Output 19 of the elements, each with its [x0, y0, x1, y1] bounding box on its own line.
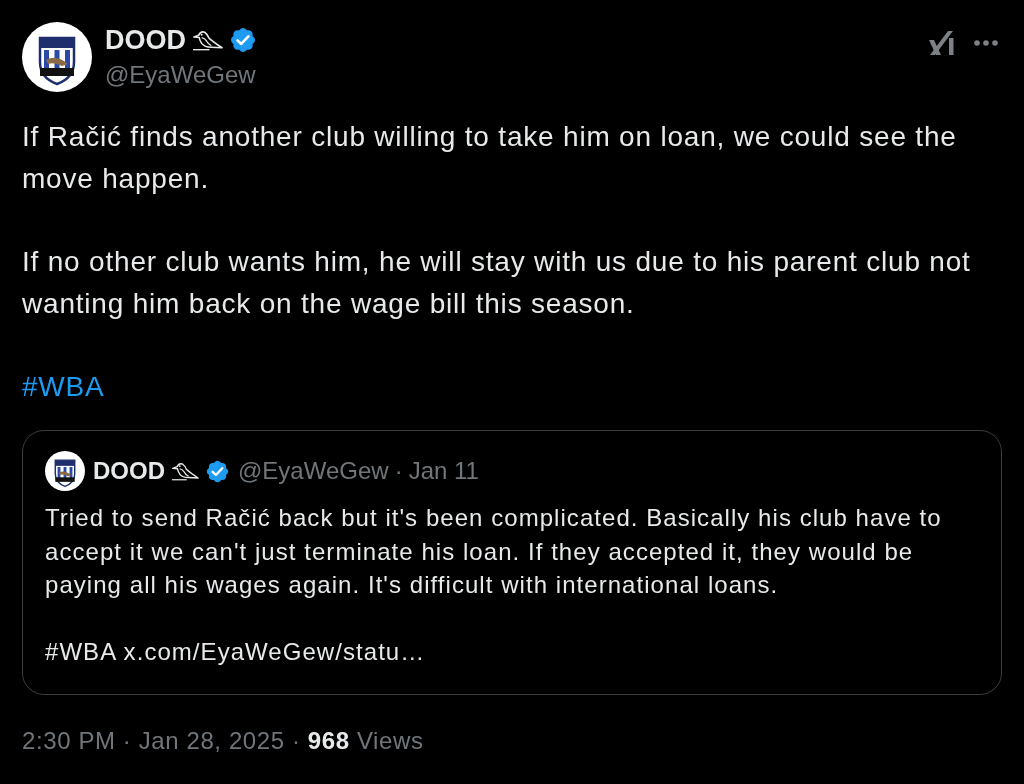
- quote-text: Tried to send Račić back but it's been complicated. Basically his club have to accept it we can't just terminate his loan. If they accepted it, they would be paying all his wages again. It's difficult with international loans.: [45, 503, 943, 600]
- hashtag-link[interactable]: #WBA: [22, 366, 105, 408]
- post-date[interactable]: Jan 11: [408, 456, 479, 486]
- quote-text: #WBA x.com/EyaWeGew/statu…: [45, 637, 427, 667]
- bird-icon: [171, 461, 199, 481]
- post-text: If no other club wants him, he will stay with us due to his parent club not wanting him back on the wage bill this season.: [22, 245, 972, 321]
- post-text: If Račić finds another club willing to take him on loan, we could see the move happen.: [22, 120, 958, 196]
- post-meta: 2:30 PM · Jan 28, 2025 · 968 Views: [22, 725, 424, 756]
- more-icon[interactable]: [974, 40, 998, 46]
- bird-icon: [192, 29, 223, 51]
- author-handle[interactable]: @EyaWeGew: [105, 60, 256, 90]
- author-name[interactable]: DOOD: [105, 24, 186, 56]
- quoted-post-card[interactable]: [22, 430, 1002, 695]
- author-handle[interactable]: @EyaWeGew: [238, 456, 389, 486]
- logo-icon[interactable]: [928, 29, 956, 57]
- shield-avatar-icon[interactable]: [22, 22, 92, 92]
- separator-text: ·: [394, 456, 403, 486]
- author-name[interactable]: DOOD: [93, 456, 165, 486]
- shield-avatar-icon[interactable]: [45, 451, 85, 491]
